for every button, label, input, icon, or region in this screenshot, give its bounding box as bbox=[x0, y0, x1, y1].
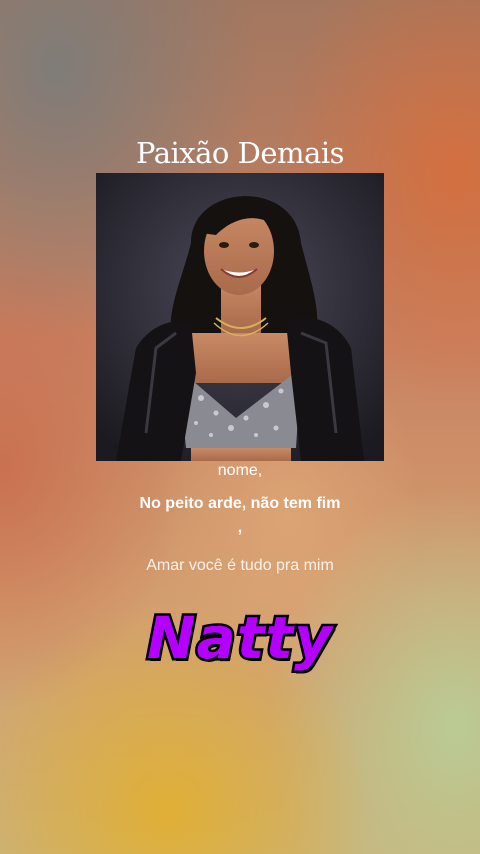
singer-portrait-icon bbox=[96, 173, 384, 461]
lyric-next-line: Amar você é tudo pra mim bbox=[146, 557, 334, 574]
artist-watermark: Natty bbox=[145, 602, 335, 675]
song-title: Paixão Demais bbox=[136, 136, 344, 170]
lyric-current-line: No peito arde, não tem fim bbox=[139, 495, 341, 512]
lyric-current-line-tail: , bbox=[237, 519, 243, 536]
lyric-previous-line: nome, bbox=[217, 462, 263, 479]
album-cover bbox=[96, 173, 384, 461]
